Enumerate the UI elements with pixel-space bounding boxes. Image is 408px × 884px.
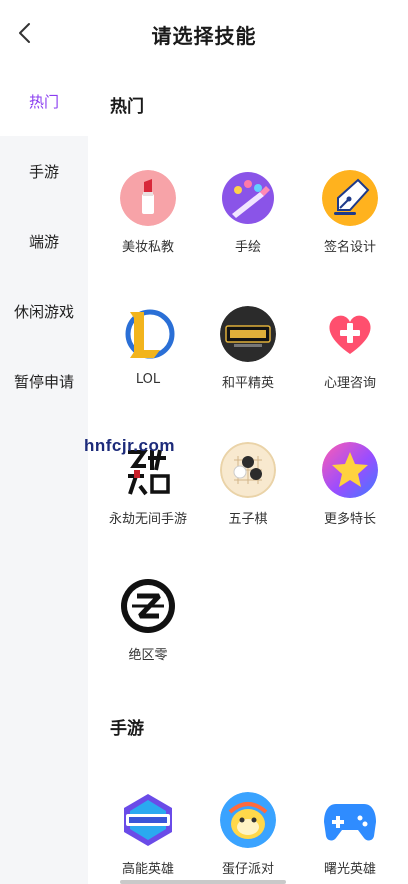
skill-list: 热门 美妆私教 手绘 签名设计 LOL 和平精英 心理咨询 永劫无间手游 五子棋…	[88, 66, 408, 884]
section-title-hot: 热门	[110, 97, 144, 117]
skill-label: 和平精英	[221, 376, 274, 391]
skill-tile[interactable]: 美妆私教	[94, 170, 202, 280]
skill-tile[interactable]: 高能英雄	[94, 792, 202, 884]
skill-label: 美妆私教	[121, 240, 174, 255]
skill-tile[interactable]: 五子棋	[194, 442, 302, 552]
skill-label: 更多特长	[323, 512, 376, 527]
skill-label: 高能英雄	[121, 862, 174, 877]
skill-tile[interactable]: 更多特长	[296, 442, 404, 552]
category-sidebar: 热门 手游 端游 休闲游戏 暂停申请	[0, 66, 88, 884]
sidebar-item-paused[interactable]: 暂停申请	[0, 346, 88, 416]
skill-tile[interactable]: 心理咨询	[296, 306, 404, 416]
skill-tile[interactable]: 绝区零	[94, 578, 202, 688]
skill-label: 蛋仔派对	[221, 862, 274, 877]
pen-nib-icon	[322, 170, 378, 226]
lipstick-icon	[120, 170, 176, 226]
skill-tile[interactable]: 手绘	[194, 170, 302, 280]
sidebar-item-casual-games[interactable]: 休闲游戏	[0, 276, 88, 346]
skill-tile[interactable]: LOL	[94, 306, 202, 416]
eggy-party-icon	[220, 792, 276, 848]
peace-elite-logo-icon	[220, 306, 276, 362]
skill-label: LOL	[135, 372, 161, 387]
gamepad-icon	[322, 792, 378, 848]
heart-plus-icon	[322, 306, 378, 362]
skill-tile[interactable]: 蛋仔派对	[194, 792, 302, 884]
home-indicator[interactable]	[120, 880, 286, 884]
skill-tile[interactable]: 曙光英雄	[296, 792, 404, 884]
lol-logo-icon	[120, 306, 176, 362]
star-icon	[322, 442, 378, 498]
zzz-logo-icon	[120, 578, 176, 634]
skill-label: 心理咨询	[323, 376, 376, 391]
gomoku-board-icon	[220, 442, 276, 498]
sidebar-item-mobile-games[interactable]: 手游	[0, 136, 88, 206]
page-title: 请选择技能	[151, 24, 257, 48]
skill-label: 曙光英雄	[323, 862, 376, 877]
skill-label: 签名设计	[323, 240, 376, 255]
watermark-text: hnfcjr.com	[84, 436, 175, 455]
sidebar-item-hot[interactable]: 热门	[0, 66, 88, 136]
header-bar: 请选择技能	[0, 0, 408, 66]
high-energy-heroes-logo-icon	[120, 792, 176, 848]
skill-tile[interactable]: 签名设计	[296, 170, 404, 280]
skill-tile[interactable]: 和平精英	[194, 306, 302, 416]
skill-label: 五子棋	[228, 512, 268, 527]
skill-tile[interactable]: 永劫无间手游	[94, 442, 202, 552]
paint-palette-icon	[220, 170, 276, 226]
sidebar-item-pc-games[interactable]: 端游	[0, 206, 88, 276]
skill-label: 绝区零	[128, 648, 168, 663]
section-title-mobile-games: 手游	[110, 719, 144, 739]
skill-label: 手绘	[234, 240, 261, 255]
skill-label: 永劫无间手游	[108, 512, 187, 527]
